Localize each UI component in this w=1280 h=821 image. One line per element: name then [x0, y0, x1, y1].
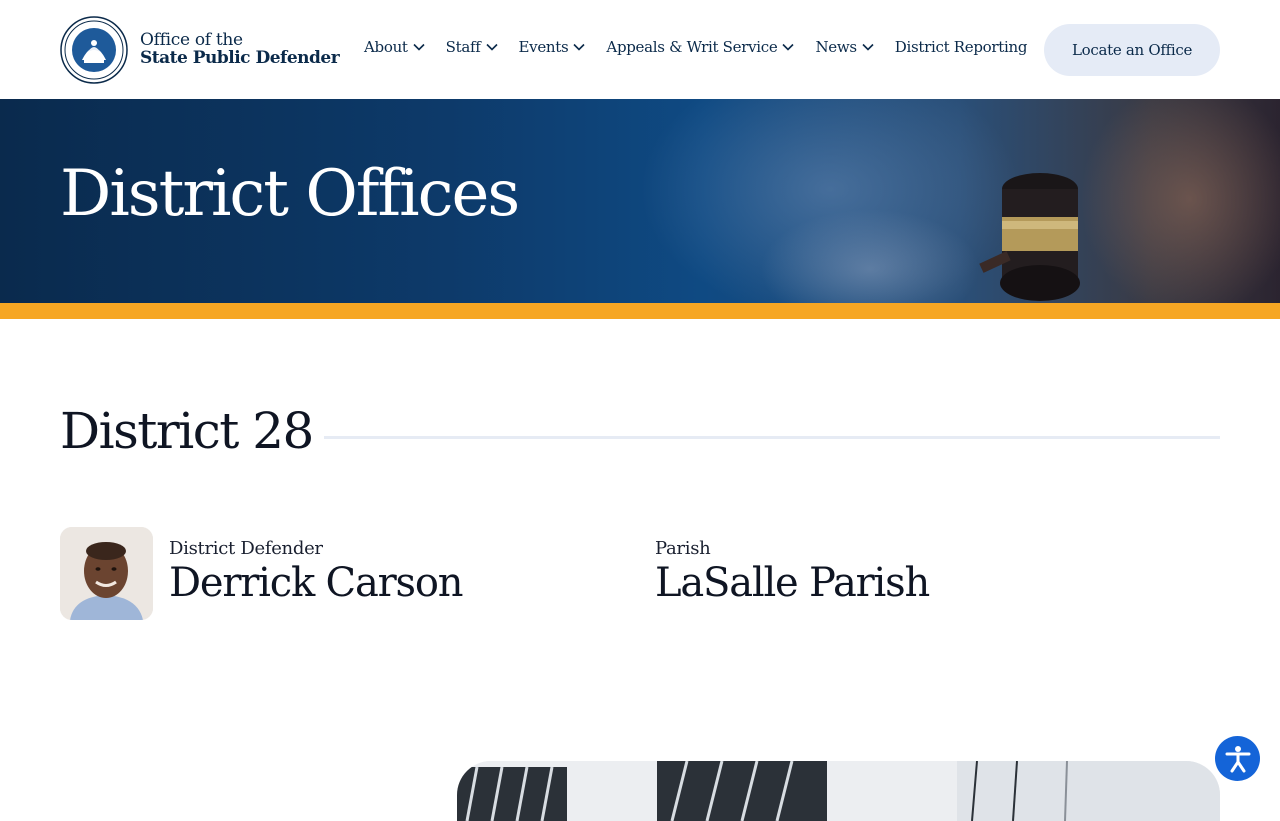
district-heading: District 28 — [60, 402, 314, 460]
nav-item-events[interactable]: Events — [519, 38, 586, 56]
defender-name: Derrick Carson — [169, 560, 463, 606]
accessibility-icon — [1225, 745, 1250, 772]
state-seal-icon — [60, 16, 128, 84]
chevron-down-icon — [485, 43, 498, 51]
defender-photo — [60, 527, 153, 620]
nav-item-label: District Reporting — [894, 38, 1028, 56]
avatar — [60, 527, 153, 620]
page-title: District Offices — [60, 157, 520, 231]
nav-item-appeals-writ-service[interactable]: Appeals & Writ Service — [606, 38, 795, 56]
nav-item-about[interactable]: About — [364, 38, 425, 56]
parish-label: Parish — [655, 538, 711, 559]
office-building-image — [457, 761, 1220, 821]
parish-name: LaSalle Parish — [655, 560, 930, 606]
hero-banner: District Offices — [0, 99, 1280, 303]
nav-item-label: Staff — [445, 38, 481, 56]
accent-bar — [0, 303, 1280, 319]
defender-label: District Defender — [169, 538, 323, 559]
gavel-image — [979, 173, 1080, 301]
logo-line-2: State Public Defender — [140, 48, 340, 68]
nav-item-staff[interactable]: Staff — [446, 38, 498, 56]
locate-office-button[interactable]: Locate an Office — [1044, 24, 1220, 76]
accessibility-button[interactable] — [1215, 736, 1260, 781]
nav-item-district-reporting[interactable]: District Reporting — [894, 38, 1028, 56]
main-nav: About Staff Events Appeals & Writ Servic… — [364, 38, 1027, 56]
nav-item-label: Events — [518, 38, 569, 56]
site-logo[interactable]: Office of the State Public Defender — [60, 16, 340, 84]
nav-item-news[interactable]: News — [815, 38, 874, 56]
nav-item-label: About — [364, 38, 408, 56]
chevron-down-icon — [862, 43, 874, 51]
section-divider — [324, 436, 1220, 439]
chevron-down-icon — [782, 43, 795, 51]
nav-item-label: Appeals & Writ Service — [606, 38, 778, 56]
nav-item-label: News — [815, 38, 857, 56]
chevron-down-icon — [413, 43, 425, 51]
chevron-down-icon — [573, 43, 585, 51]
site-header: Office of the State Public Defender Abou… — [0, 0, 1280, 99]
